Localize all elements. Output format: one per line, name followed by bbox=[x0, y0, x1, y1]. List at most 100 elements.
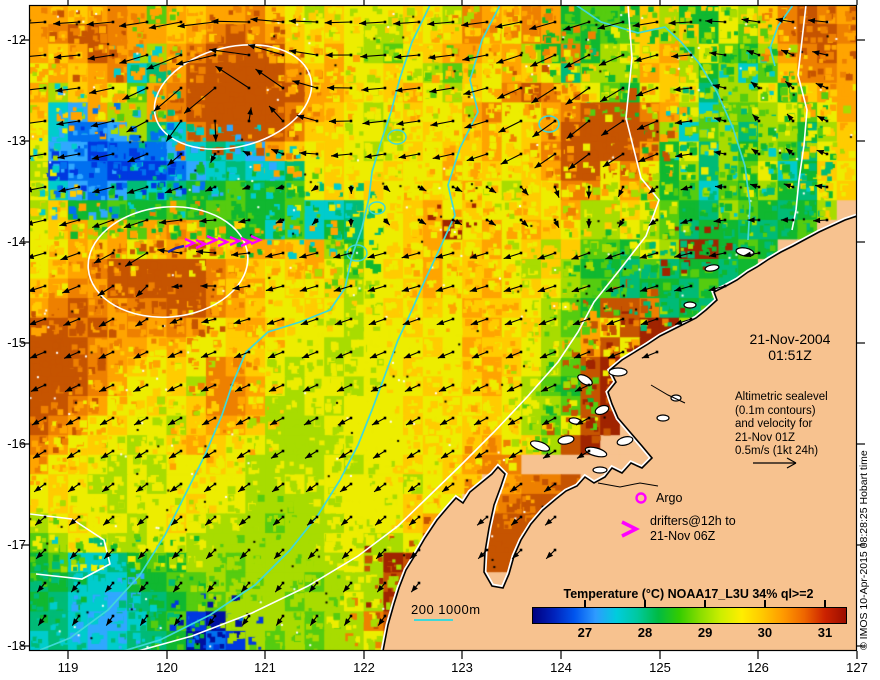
velocity-arrow-head bbox=[505, 352, 514, 359]
colorbar-tick bbox=[823, 600, 826, 608]
velocity-arrow-head bbox=[713, 217, 721, 224]
velocity-arrow-head bbox=[454, 218, 462, 225]
velocity-arrow-base bbox=[247, 20, 251, 24]
velocity-arrow-head bbox=[288, 18, 296, 25]
velocity-arrow-head bbox=[637, 124, 645, 130]
velocity-arrow-head bbox=[247, 44, 256, 50]
velocity-arrow-base bbox=[315, 482, 319, 486]
velocity-arrow-base bbox=[315, 218, 319, 222]
velocity-arrow-head bbox=[781, 49, 789, 56]
velocity-arrow-head bbox=[475, 452, 483, 459]
velocity-arrow-base bbox=[587, 251, 591, 255]
velocity-arrow-head bbox=[212, 134, 219, 142]
velocity-arrow-head bbox=[167, 385, 175, 392]
velocity-arrow-base bbox=[179, 86, 183, 90]
velocity-arrow-base bbox=[519, 416, 523, 420]
velocity-arrow-shaft bbox=[29, 87, 46, 91]
velocity-arrow-head bbox=[367, 286, 376, 292]
velocity-arrow-head bbox=[403, 352, 412, 359]
velocity-arrow-base bbox=[383, 20, 387, 24]
velocity-arrow-head bbox=[31, 419, 40, 425]
velocity-arrow-base bbox=[417, 581, 421, 585]
velocity-arrow-head bbox=[807, 18, 816, 24]
velocity-arrow-base bbox=[145, 614, 149, 618]
velocity-arrow-base bbox=[417, 383, 421, 387]
velocity-arrow-base bbox=[247, 86, 251, 90]
velocity-arrow-base bbox=[43, 350, 47, 354]
velocity-arrow-base bbox=[43, 152, 47, 156]
velocity-arrow-head bbox=[441, 452, 449, 459]
island bbox=[557, 435, 575, 445]
velocity-arrow-base bbox=[43, 482, 47, 486]
velocity-arrow-head bbox=[497, 93, 505, 99]
velocity-arrow-base bbox=[451, 218, 455, 222]
colorbar-tick-label: 31 bbox=[817, 625, 833, 640]
velocity-arrow-base bbox=[213, 284, 217, 288]
velocity-arrow-base bbox=[383, 614, 387, 618]
velocity-arrow-base bbox=[179, 317, 183, 321]
velocity-arrow-base bbox=[417, 482, 421, 486]
bathymetry-scale-label: 200 1000m bbox=[411, 602, 481, 617]
velocity-arrow-head bbox=[438, 386, 447, 392]
velocity-arrow-base bbox=[485, 119, 489, 123]
velocity-arrow-base bbox=[77, 581, 81, 585]
velocity-arrow-head bbox=[87, 55, 96, 61]
velocity-arrow-base bbox=[485, 152, 489, 156]
colorbar-tick-label: 28 bbox=[637, 625, 653, 640]
island bbox=[656, 414, 670, 422]
island bbox=[529, 440, 551, 452]
lat-tick-label: -13 bbox=[7, 133, 26, 148]
velocity-arrow-head bbox=[72, 618, 79, 626]
velocity-arrow-head bbox=[247, 107, 253, 115]
velocity-arrow-base bbox=[621, 20, 625, 24]
velocity-arrow-head bbox=[571, 286, 580, 293]
velocity-arrow-base bbox=[77, 515, 81, 519]
velocity-arrow-base bbox=[145, 350, 149, 354]
velocity-arrow-head bbox=[58, 187, 67, 193]
velocity-arrow-shaft bbox=[29, 219, 46, 225]
velocity-arrow-base bbox=[791, 185, 795, 189]
velocity-arrow-head bbox=[573, 352, 582, 359]
velocity-arrow-base bbox=[247, 317, 251, 321]
velocity-arrow-base bbox=[111, 53, 115, 57]
lat-tick-label: -15 bbox=[7, 335, 26, 350]
velocity-arrow-head bbox=[812, 50, 820, 56]
velocity-arrow-base bbox=[451, 185, 455, 189]
velocity-arrow-base bbox=[723, 284, 727, 288]
velocity-arrow-base bbox=[723, 152, 727, 156]
velocity-arrow-base bbox=[553, 449, 557, 453]
velocity-arrow-base bbox=[349, 515, 353, 519]
bathymetry-contour bbox=[39, 5, 431, 651]
velocity-arrow-head bbox=[462, 55, 470, 62]
velocity-arrow-head bbox=[713, 150, 722, 156]
velocity-arrow-head bbox=[705, 18, 713, 25]
velocity-arrow-base bbox=[213, 317, 217, 321]
velocity-arrow-head bbox=[680, 218, 688, 224]
island bbox=[683, 301, 697, 309]
velocity-arrow-head bbox=[205, 185, 213, 192]
velocity-arrow-base bbox=[77, 185, 81, 189]
velocity-arrow-base bbox=[383, 416, 387, 420]
velocity-arrow-head bbox=[62, 287, 70, 293]
velocity-arrow-head bbox=[404, 386, 413, 392]
velocity-arrow-head bbox=[125, 260, 133, 267]
velocity-arrow-base bbox=[111, 284, 115, 288]
velocity-arrow-head bbox=[534, 161, 542, 169]
velocity-arrow-head bbox=[473, 419, 482, 425]
velocity-arrow-head bbox=[586, 221, 592, 229]
velocity-arrow-base bbox=[383, 515, 387, 519]
lon-tick-label: 127 bbox=[846, 660, 868, 675]
bathymetry-contour bbox=[769, 5, 794, 67]
velocity-arrow-base bbox=[417, 317, 421, 321]
velocity-arrow-base bbox=[281, 185, 285, 189]
velocity-arrow-base bbox=[587, 152, 591, 156]
velocity-arrow-head bbox=[635, 90, 644, 97]
velocity-arrow-shaft bbox=[29, 120, 46, 124]
velocity-arrow-head bbox=[169, 452, 177, 459]
velocity-arrow-base bbox=[383, 284, 387, 288]
velocity-arrow-head bbox=[98, 320, 107, 327]
velocity-arrow-base bbox=[111, 218, 115, 222]
altimetric-note: Altimetric sealevel (0.1m contours) and ve… bbox=[735, 391, 828, 459]
velocity-arrow-head bbox=[783, 183, 792, 189]
drifter-chevron bbox=[217, 236, 230, 248]
